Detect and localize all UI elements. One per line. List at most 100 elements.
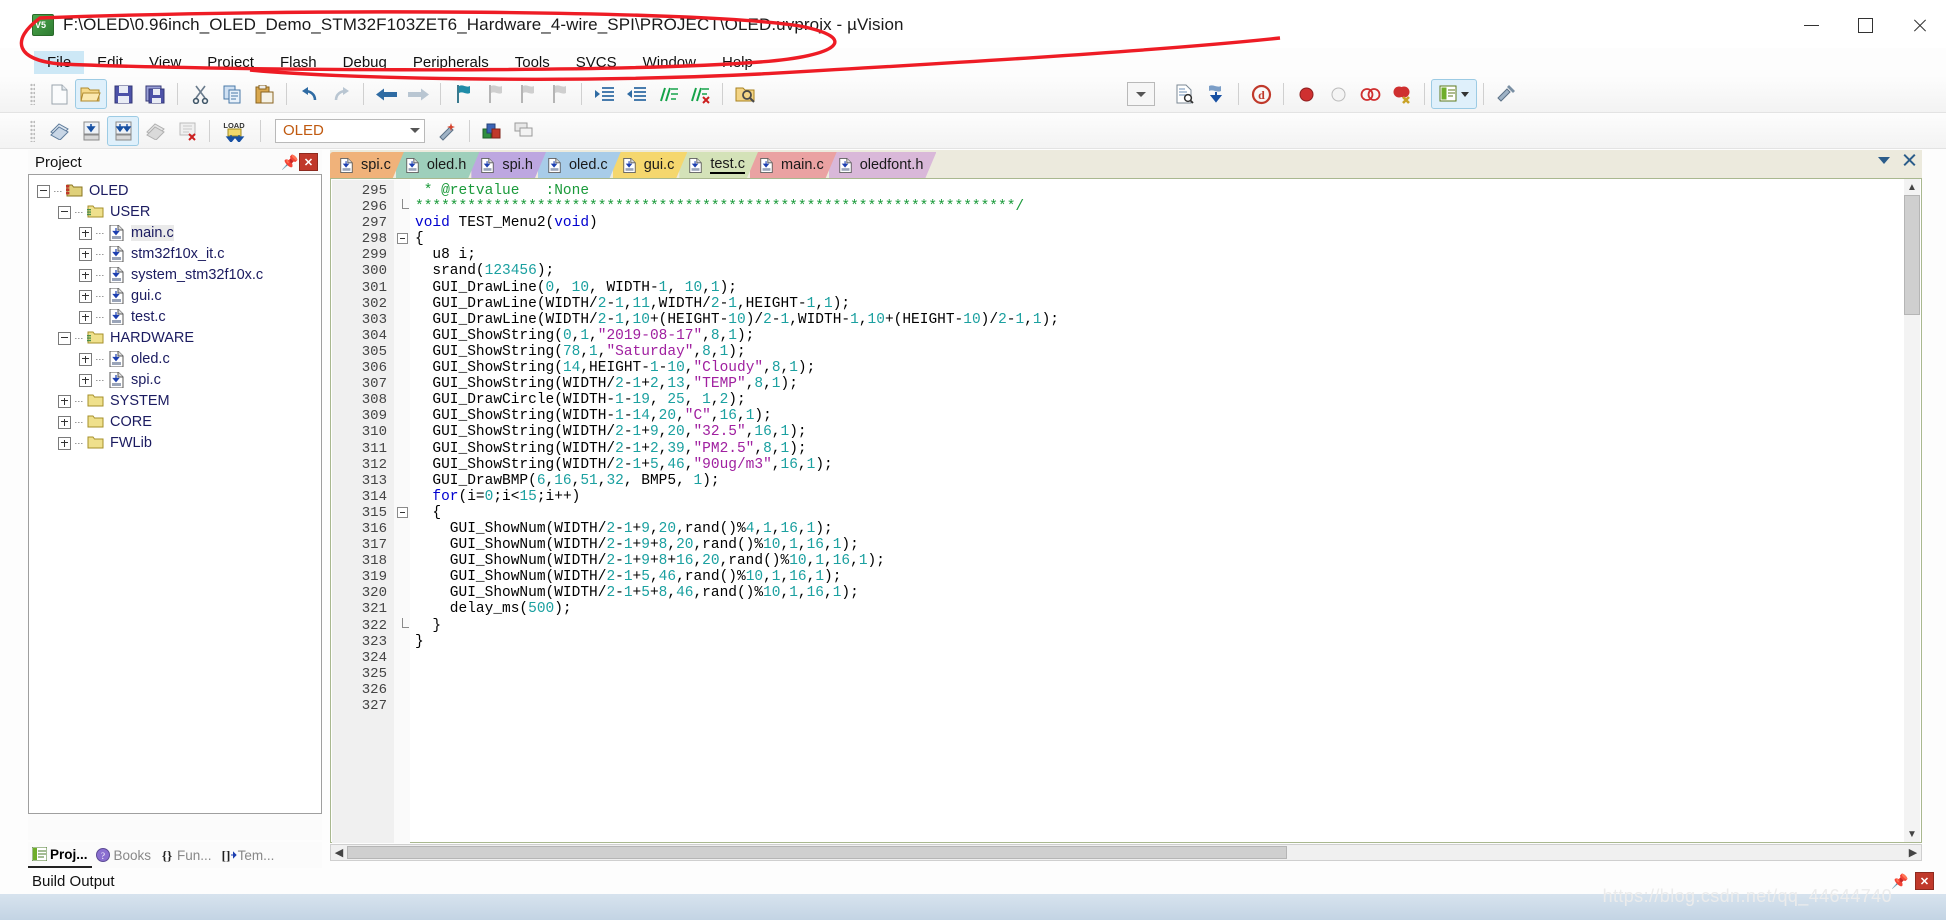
- tree-item-system[interactable]: SYSTEM: [29, 391, 321, 411]
- menu-item-file[interactable]: File: [34, 50, 85, 74]
- configure-target-icon[interactable]: [1168, 79, 1200, 109]
- comment-icon[interactable]: [652, 79, 684, 109]
- start-debug-icon[interactable]: d: [1245, 79, 1277, 109]
- editor-tab-oled-c[interactable]: oled.c: [538, 152, 621, 178]
- scroll-thumb[interactable]: [1904, 195, 1920, 315]
- menu-item-tools[interactable]: Tools: [502, 51, 563, 74]
- collapse-icon[interactable]: [58, 205, 71, 219]
- tree-item-main-c[interactable]: main.c: [29, 223, 321, 243]
- expand-icon[interactable]: [58, 415, 71, 429]
- editor-tab-gui-c[interactable]: gui.c: [613, 152, 688, 178]
- tree-item-core[interactable]: CORE: [29, 412, 321, 432]
- expand-icon[interactable]: [58, 436, 71, 450]
- tree-item-stm32f10x-it-c[interactable]: stm32f10x_it.c: [29, 244, 321, 264]
- pin-icon[interactable]: 📌: [281, 153, 299, 171]
- navigate-back-icon[interactable]: [370, 79, 402, 109]
- code-line[interactable]: 317 GUI_ShowNum(WIDTH/2-1+9+8,20,rand()%…: [331, 537, 1921, 553]
- code-line[interactable]: 304 GUI_ShowString(0,1,"2019-08-17",8,1)…: [331, 328, 1921, 344]
- scroll-up-arrow[interactable]: ▲: [1904, 179, 1920, 195]
- breakpoint-disable-all-icon[interactable]: [1354, 79, 1386, 109]
- project-tab-proj[interactable]: Proj...: [28, 842, 92, 868]
- code-line[interactable]: 312 GUI_ShowString(WIDTH/2-1+5,46,"90ug/…: [331, 457, 1921, 473]
- bookmark-prev-icon[interactable]: [479, 79, 511, 109]
- save-icon[interactable]: [107, 79, 139, 109]
- code-line[interactable]: 309 GUI_ShowString(WIDTH-1-14,20,"C",16,…: [331, 408, 1921, 424]
- code-line[interactable]: 302 GUI_DrawLine(WIDTH/2-1,11,WIDTH/2-1,…: [331, 296, 1921, 312]
- collapse-icon[interactable]: [58, 331, 71, 345]
- target-select[interactable]: OLED: [275, 118, 425, 143]
- expand-icon[interactable]: [79, 226, 92, 240]
- menu-item-flash[interactable]: Flash: [267, 51, 330, 74]
- code-line[interactable]: 321 delay_ms(500);: [331, 601, 1921, 617]
- tree-item-system-stm32f10x-c[interactable]: system_stm32f10x.c: [29, 265, 321, 285]
- editor-tab-test-c[interactable]: test.c: [679, 152, 758, 178]
- expand-icon[interactable]: [79, 289, 92, 303]
- toolbar-grip[interactable]: [30, 119, 35, 142]
- expand-icon[interactable]: [79, 268, 92, 282]
- toolbar-grip[interactable]: [30, 83, 35, 105]
- code-line[interactable]: 324: [331, 650, 1921, 666]
- menu-item-peripherals[interactable]: Peripherals: [400, 51, 502, 74]
- editor-horizontal-scrollbar[interactable]: ◀ ▶: [330, 844, 1922, 861]
- tree-item-oled[interactable]: OLED: [29, 181, 321, 201]
- editor-vertical-scrollbar[interactable]: ▲ ▼: [1904, 179, 1920, 842]
- tree-item-spi-c[interactable]: spi.c: [29, 370, 321, 390]
- download-icon[interactable]: [1200, 79, 1232, 109]
- code-line[interactable]: 320 GUI_ShowNum(WIDTH/2-1+5+8,46,rand()%…: [331, 585, 1921, 601]
- pin-icon[interactable]: 📌: [1891, 872, 1909, 890]
- project-tab-books[interactable]: ? Books: [92, 843, 156, 867]
- maximize-button[interactable]: [1838, 0, 1892, 50]
- fold-collapse-icon[interactable]: [397, 233, 408, 245]
- scroll-thumb[interactable]: [347, 846, 1287, 859]
- breakpoint-insert-icon[interactable]: [1290, 79, 1322, 109]
- project-tree[interactable]: OLED USER main.c stm32f10x_it.c system_stm32…: [28, 174, 322, 814]
- scroll-left-arrow[interactable]: ◀: [331, 845, 347, 860]
- code-line[interactable]: 305 GUI_ShowString(78,1,"Saturday",8,1);: [331, 344, 1921, 360]
- code-line[interactable]: 308 GUI_DrawCircle(WIDTH-1-19, 25, 1,2);: [331, 392, 1921, 408]
- menu-item-view[interactable]: View: [136, 51, 194, 74]
- close-icon[interactable]: [1902, 153, 1916, 167]
- project-tab-fun[interactable]: {} Fun...: [155, 843, 216, 867]
- paste-icon[interactable]: [248, 79, 280, 109]
- menu-item-debug[interactable]: Debug: [330, 51, 400, 74]
- editor-tab-spi-c[interactable]: spi.c: [330, 152, 404, 178]
- manage-project-items-icon[interactable]: [476, 116, 508, 146]
- tree-item-gui-c[interactable]: gui.c: [29, 286, 321, 306]
- fold-collapse-icon[interactable]: [397, 506, 408, 518]
- scroll-down-arrow[interactable]: ▼: [1904, 826, 1920, 842]
- breakpoint-enable-icon[interactable]: [1322, 79, 1354, 109]
- code-line[interactable]: 318 GUI_ShowNum(WIDTH/2-1+9+8+16,20,rand…: [331, 553, 1921, 569]
- build-icon[interactable]: [75, 116, 107, 146]
- code-line[interactable]: 325: [331, 666, 1921, 682]
- code-line[interactable]: 323}: [331, 634, 1921, 650]
- close-button[interactable]: [1892, 0, 1946, 50]
- breakpoint-kill-all-icon[interactable]: [1386, 79, 1418, 109]
- configuration-wizard-icon[interactable]: [1490, 79, 1522, 109]
- code-line[interactable]: 301 GUI_DrawLine(0, 10, WIDTH-1, 10,1);: [331, 280, 1921, 296]
- find-in-files-icon[interactable]: [729, 79, 761, 109]
- tree-item-test-c[interactable]: test.c: [29, 307, 321, 327]
- undo-icon[interactable]: [293, 79, 325, 109]
- code-line[interactable]: 306 GUI_ShowString(14,HEIGHT-1-10,"Cloud…: [331, 360, 1921, 376]
- cut-icon[interactable]: [184, 79, 216, 109]
- bookmark-clear-icon[interactable]: [543, 79, 575, 109]
- code-line[interactable]: 307 GUI_ShowString(WIDTH/2-1+2,13,"TEMP"…: [331, 376, 1921, 392]
- code-line[interactable]: 322 }: [331, 617, 1921, 634]
- collapse-icon[interactable]: [37, 184, 50, 198]
- project-tab-tem[interactable]: [] Tem...: [216, 843, 279, 867]
- translate-icon[interactable]: [43, 116, 75, 146]
- editor-tab-oledfont-h[interactable]: oledfont.h: [829, 152, 937, 178]
- uncomment-icon[interactable]: [684, 79, 716, 109]
- code-line[interactable]: 327: [331, 698, 1921, 714]
- code-line[interactable]: 299 u8 i;: [331, 247, 1921, 263]
- save-all-icon[interactable]: [139, 79, 171, 109]
- code-line[interactable]: 314 for(i=0;i<15;i++): [331, 489, 1921, 505]
- code-line[interactable]: 326: [331, 682, 1921, 698]
- indent-left-icon[interactable]: [620, 79, 652, 109]
- code-line[interactable]: 303 GUI_DrawLine(WIDTH/2-1,10+(HEIGHT-10…: [331, 312, 1921, 328]
- expand-icon[interactable]: [79, 247, 92, 261]
- code-line[interactable]: 311 GUI_ShowString(WIDTH/2-1+2,39,"PM2.5…: [331, 441, 1921, 457]
- target-options-icon[interactable]: [431, 116, 463, 146]
- scroll-right-arrow[interactable]: ▶: [1905, 845, 1921, 860]
- rebuild-icon[interactable]: [107, 115, 139, 146]
